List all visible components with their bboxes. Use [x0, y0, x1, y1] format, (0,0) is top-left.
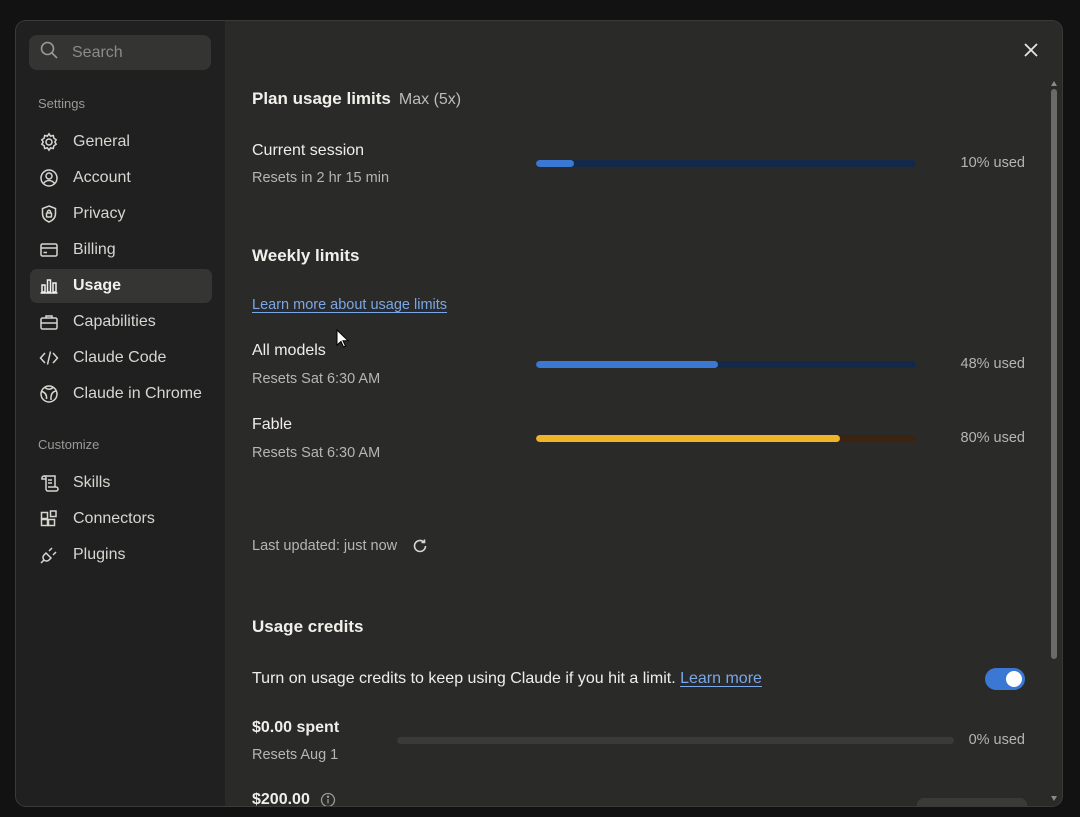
gear-icon [39, 132, 59, 152]
learn-more-link[interactable]: Learn more [680, 670, 762, 687]
close-button[interactable] [1020, 41, 1042, 63]
blocks-icon [39, 509, 59, 529]
refresh-icon[interactable] [411, 537, 429, 555]
sidebar-item-label: Plugins [73, 546, 126, 563]
fable-title: Fable [252, 416, 293, 433]
last-updated-text: Last updated: just now [252, 538, 398, 554]
current-session-resets: Resets in 2 hr 15 min [252, 170, 390, 186]
sidebar-item-billing[interactable]: Billing [30, 233, 212, 267]
settings-section-label: Settings [38, 96, 85, 111]
scrollbar-thumb[interactable] [1051, 89, 1057, 659]
edit-limit-button[interactable] [917, 798, 1027, 806]
sidebar-item-label: Capabilities [73, 313, 156, 330]
fable-progress [536, 435, 916, 442]
sidebar-item-label: Privacy [73, 205, 126, 222]
current-session-used: 10% used [960, 155, 1026, 171]
briefcase-icon [39, 312, 59, 332]
sidebar-item-claude-in-chrome[interactable]: Claude in Chrome [30, 377, 212, 411]
spend-limit: $200.00 [252, 791, 336, 806]
plug-icon [39, 545, 59, 565]
scroll-icon [39, 473, 59, 493]
toggle-knob [1006, 671, 1022, 687]
sidebar-item-usage[interactable]: Usage [30, 269, 212, 303]
sidebar-item-label: Usage [73, 277, 122, 294]
sidebar-item-label: General [73, 133, 130, 150]
plan-usage-title: Plan usage limits [252, 89, 391, 108]
all-models-progress [536, 361, 916, 368]
sidebar-item-general[interactable]: General [30, 125, 212, 159]
sidebar-item-label: Skills [73, 474, 111, 491]
current-session-title: Current session [252, 142, 365, 159]
scroll-down-arrow[interactable] [1051, 796, 1057, 801]
scroll-up-arrow[interactable] [1051, 81, 1057, 86]
all-models-title: All models [252, 342, 326, 359]
globe-icon [39, 384, 59, 404]
mouse-cursor-icon [336, 329, 350, 348]
spent-resets: Resets Aug 1 [252, 747, 339, 763]
sidebar-item-privacy[interactable]: Privacy [30, 197, 212, 231]
usage-credits-title: Usage credits [252, 617, 364, 636]
sidebar-item-label: Billing [73, 241, 116, 258]
progress-fill [536, 361, 719, 368]
scrollbar[interactable] [1050, 81, 1058, 803]
sidebar-item-account[interactable]: Account [30, 161, 212, 195]
close-icon [1023, 42, 1039, 63]
settings-window: Settings General Account Privacy Billing [16, 21, 1062, 806]
sidebar-item-label: Claude in Chrome [73, 385, 202, 402]
spent-used: 0% used [968, 732, 1025, 748]
all-models-used: 48% used [960, 356, 1026, 372]
sidebar-item-claude-code[interactable]: Claude Code [30, 341, 212, 375]
search-box[interactable] [29, 35, 211, 70]
progress-fill [536, 160, 574, 167]
plan-name: Max (5x) [398, 91, 462, 108]
usage-credits-text: Turn on usage credits to keep using Clau… [252, 670, 676, 687]
user-circle-icon [39, 168, 59, 188]
credit-card-icon [39, 240, 59, 260]
customize-section-label: Customize [38, 437, 100, 452]
current-session-progress [536, 160, 916, 167]
usage-credits-description: Turn on usage credits to keep using Clau… [252, 670, 762, 688]
progress-fill [536, 435, 840, 442]
spend-limit-amount: $200.00 [252, 791, 310, 806]
all-models-resets: Resets Sat 6:30 AM [252, 371, 381, 387]
info-icon[interactable] [320, 792, 336, 806]
weekly-limits-title: Weekly limits [252, 246, 360, 265]
sidebar-item-skills[interactable]: Skills [30, 466, 212, 500]
plan-usage-heading: Plan usage limits Max (5x) [252, 89, 461, 109]
sidebar-item-label: Claude Code [73, 349, 167, 366]
search-icon [39, 40, 59, 65]
sidebar-item-label: Account [73, 169, 131, 186]
spent-title: $0.00 spent [252, 719, 340, 736]
search-input[interactable] [72, 43, 202, 62]
last-updated: Last updated: just now [252, 537, 429, 555]
sidebar-item-connectors[interactable]: Connectors [30, 502, 212, 536]
sidebar: Settings General Account Privacy Billing [16, 21, 225, 806]
code-icon [39, 348, 59, 368]
learn-more-usage-limits-link[interactable]: Learn more about usage limits [252, 297, 447, 313]
fable-resets: Resets Sat 6:30 AM [252, 445, 381, 461]
usage-panel: Plan usage limits Max (5x) Current sessio… [225, 21, 1062, 806]
spent-progress [397, 737, 954, 744]
sidebar-item-capabilities[interactable]: Capabilities [30, 305, 212, 339]
sidebar-item-label: Connectors [73, 510, 155, 527]
bar-chart-icon [39, 276, 59, 296]
fable-used: 80% used [960, 430, 1026, 446]
shield-lock-icon [39, 204, 59, 224]
sidebar-item-plugins[interactable]: Plugins [30, 538, 212, 572]
usage-credits-toggle[interactable] [985, 668, 1025, 690]
